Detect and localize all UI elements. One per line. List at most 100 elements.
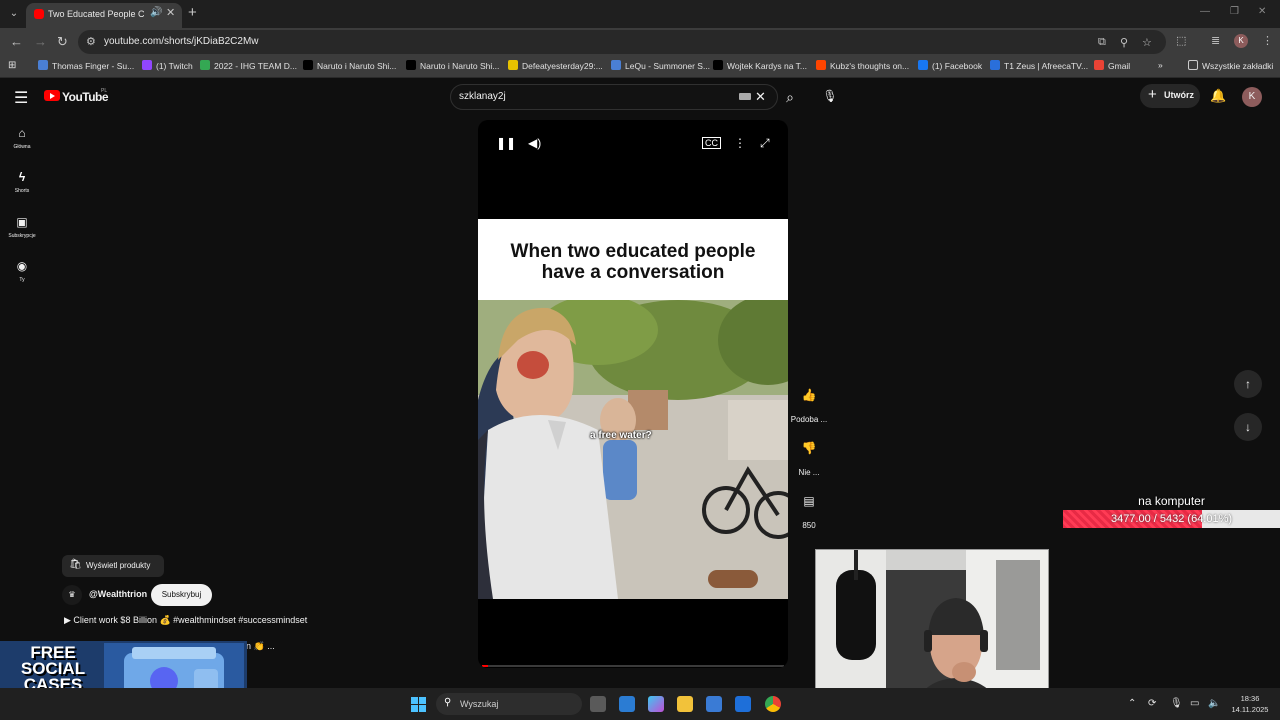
task-view-icon[interactable] xyxy=(590,696,606,712)
bookmark-item[interactable]: Defeatyesterday29:... xyxy=(508,60,603,71)
all-bookmarks-folder[interactable]: Wszystkie zakładki xyxy=(1188,60,1273,71)
clear-search-icon[interactable]: ✕ xyxy=(755,89,766,105)
clock-date: 14.11.2025 xyxy=(1231,705,1269,714)
guide-item-shorts[interactable]: ϟ Shorts xyxy=(0,170,44,194)
pause-icon[interactable]: ❚❚ xyxy=(496,136,516,150)
previous-short-button[interactable]: ↑ xyxy=(1234,370,1262,398)
bookmark-item[interactable]: Thomas Finger - Su... xyxy=(38,60,134,71)
next-short-button[interactable]: ↓ xyxy=(1234,413,1262,441)
bookmark-item[interactable]: LeQu - Summoner S... xyxy=(611,60,710,71)
show-hidden-icons-icon[interactable]: ⌃ xyxy=(1128,698,1136,709)
url-text[interactable]: youtube.com/shorts/jKDiaB2C2Mw xyxy=(104,36,259,47)
subscriptions-icon: ▣ xyxy=(16,215,28,229)
keyboard-icon[interactable] xyxy=(739,93,751,100)
site-info-icon[interactable]: ⚙ xyxy=(86,35,96,48)
bookmark-item[interactable]: Kubz's thoughts on... xyxy=(816,60,909,71)
create-button[interactable]: + Utwórz xyxy=(1140,84,1200,108)
bookmark-item[interactable]: Gmail xyxy=(1094,60,1130,71)
guide-item-subscriptions[interactable]: ▣ Subskrypcje xyxy=(0,215,44,239)
bookmark-item[interactable]: Naruto i Naruto Shi... xyxy=(406,60,499,71)
bookmark-star-icon[interactable]: ☆ xyxy=(1142,36,1152,49)
reload-icon[interactable]: ↻ xyxy=(57,34,68,50)
title-line: have a conversation xyxy=(541,262,725,283)
outlook-icon[interactable] xyxy=(619,696,635,712)
tab-close-icon[interactable]: ✕ xyxy=(166,6,175,19)
bookmark-item[interactable]: (1) Facebook xyxy=(918,60,982,71)
media-controls-icon[interactable]: ≣ xyxy=(1211,34,1220,47)
more-bookmarks-icon[interactable]: » xyxy=(1158,60,1163,70)
subscribe-button[interactable]: Subskrybuj xyxy=(151,584,212,606)
guide-item-you[interactable]: ◉ Ty xyxy=(0,259,44,283)
copilot-icon[interactable] xyxy=(648,696,664,712)
volume-icon[interactable]: ◀) xyxy=(528,136,541,150)
channel-name[interactable]: @Wealthtrion xyxy=(89,589,147,599)
shorts-player[interactable]: ❚❚ ◀) CC ⋮ ⤢ When two educated people ha… xyxy=(478,120,788,668)
chrome-icon[interactable] xyxy=(765,696,781,712)
youtube-favicon-icon xyxy=(34,9,44,19)
volume-tray-icon[interactable]: 🔈 xyxy=(1208,698,1220,709)
description-tail[interactable]: n 👏 ... xyxy=(246,641,275,652)
file-explorer-icon[interactable] xyxy=(677,696,693,712)
menu-icon[interactable]: ☰ xyxy=(14,88,28,108)
microsoft-store-icon[interactable] xyxy=(706,696,722,712)
comment-count: 850 xyxy=(802,521,816,530)
search-input[interactable]: szklanay2j ✕ xyxy=(450,84,778,110)
install-app-icon[interactable]: ⧉ xyxy=(1098,36,1106,49)
tab-audio-icon[interactable]: 🔊 xyxy=(150,7,162,18)
bookmark-label: LeQu - Summoner S... xyxy=(625,61,711,71)
microphone-tray-icon[interactable]: 🎙 xyxy=(1170,698,1183,709)
home-icon: ⌂ xyxy=(18,126,26,140)
chrome-menu-icon[interactable]: ⋮ xyxy=(1262,34,1273,47)
bookmark-label: (1) Facebook xyxy=(932,61,983,71)
network-icon[interactable]: ▭ xyxy=(1190,698,1199,709)
bookmarks-bar: ⊞ Thomas Finger - Su... (1) Twitch 2022 - … xyxy=(0,56,1280,78)
extensions-icon[interactable]: ⬚ xyxy=(1176,34,1186,47)
bookmark-item[interactable]: Wojtek Kardys na T... xyxy=(713,60,807,71)
guide-item-home[interactable]: ⌂ Główna xyxy=(0,126,44,150)
like-button[interactable]: 👍 Podoba ... xyxy=(790,377,828,424)
forward-icon[interactable]: → xyxy=(34,34,47,49)
view-products-button[interactable]: 🛍 Wyświetl produkty xyxy=(62,555,164,577)
dislike-label: Nie ... xyxy=(798,468,820,477)
more-options-icon[interactable]: ⋮ xyxy=(734,136,746,150)
bookmark-label: Thomas Finger - Su... xyxy=(52,61,135,71)
minimize-icon[interactable]: — xyxy=(1200,6,1210,17)
app-icon[interactable] xyxy=(735,696,751,712)
profile-avatar[interactable]: K xyxy=(1234,34,1248,48)
bookmark-item[interactable]: (1) Twitch xyxy=(142,60,193,71)
notifications-bell-icon[interactable]: 🔔 xyxy=(1210,88,1226,104)
video-progress-bar[interactable] xyxy=(482,665,784,667)
address-bar[interactable]: ⚙ youtube.com/shorts/jKDiaB2C2Mw ⧉ ⚲ ☆ xyxy=(78,30,1166,54)
sync-icon[interactable]: ⟳ xyxy=(1148,698,1156,709)
fullscreen-icon[interactable]: ⤢ xyxy=(760,136,770,151)
youtube-logo-icon[interactable] xyxy=(44,90,60,101)
taskbar-search[interactable]: ⚲ Wyszukaj xyxy=(436,693,582,715)
close-window-icon[interactable]: ✕ xyxy=(1258,6,1266,17)
channel-avatar[interactable]: ♛ xyxy=(62,585,82,605)
bookmark-item[interactable]: T1 Zeus | AfreecaTV... xyxy=(990,60,1088,71)
back-icon[interactable]: ← xyxy=(10,34,23,49)
search-icon[interactable]: ⌕ xyxy=(778,84,802,110)
zoom-icon[interactable]: ⚲ xyxy=(1120,36,1128,49)
user-avatar[interactable]: K xyxy=(1242,87,1262,107)
maximize-icon[interactable]: ❐ xyxy=(1230,6,1239,17)
active-tab[interactable]: Two Educated People Conv 🔊 ✕ xyxy=(26,3,182,28)
video-description[interactable]: ▶ Client work $8 Billion 💰 #wealthmindse… xyxy=(64,615,307,626)
comments-button[interactable]: ▤ 850 xyxy=(790,483,828,530)
microphone-icon[interactable]: 🎙 xyxy=(818,84,842,108)
dislike-button[interactable]: 👎 Nie ... xyxy=(790,430,828,477)
captions-icon[interactable]: CC xyxy=(702,137,721,149)
apps-grid-icon[interactable]: ⊞ xyxy=(8,60,16,71)
bookmark-favicon-icon xyxy=(990,60,1000,70)
system-clock[interactable]: 18:36 14.11.2025 xyxy=(1228,693,1272,715)
create-label: Utwórz xyxy=(1164,90,1194,100)
bookmark-item[interactable]: Naruto i Naruto Shi... xyxy=(303,60,396,71)
video-caption: a free water? xyxy=(590,430,652,441)
windows-start-icon[interactable] xyxy=(411,697,426,712)
bookmark-item[interactable]: 2022 - IHG TEAM D... xyxy=(200,60,297,71)
play-triangle-icon: ▶ xyxy=(64,615,74,625)
bookmark-label: Naruto i Naruto Shi... xyxy=(317,61,397,71)
new-tab-button[interactable]: + xyxy=(188,4,197,21)
search-query[interactable]: szklanay2j xyxy=(459,91,506,102)
tab-search-icon[interactable]: ⌄ xyxy=(6,6,22,22)
